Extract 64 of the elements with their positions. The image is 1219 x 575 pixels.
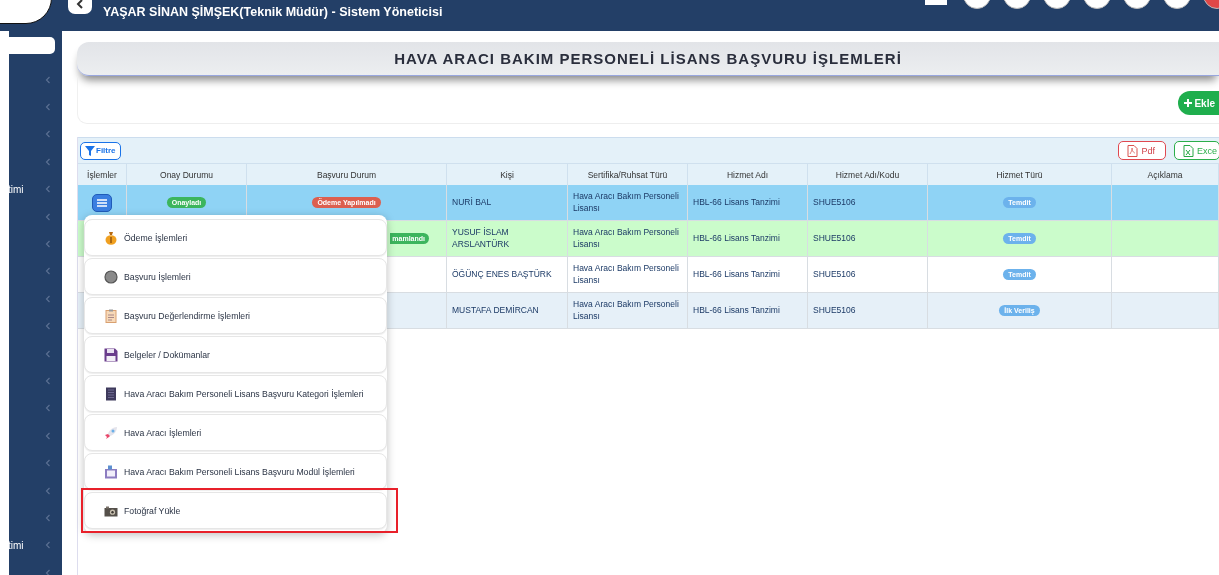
table-cell: HBL-66 Lisans Tanzimi [688,221,808,256]
table-cell: YUSUF İSLAM ARSLANTÜRK [447,221,568,256]
pdf-button[interactable]: Pdf [1118,141,1166,160]
table-cell: NURİ BAL [447,185,568,220]
camera-icon [104,504,118,517]
chevron-left-icon[interactable] [45,322,51,331]
chevron-left-icon[interactable] [45,130,51,139]
table-cell: Hava Aracı Bakım Personeli Lisansı [568,257,688,292]
menu-item[interactable]: Ödeme İşlemleri [84,219,387,256]
chevron-left-icon[interactable] [45,404,51,413]
sidebar-label[interactable]: timi [8,539,24,551]
chevron-left-icon [76,0,84,9]
table-cell: HBL-66 Lisans Tanzimi [688,185,808,220]
user-name: YAŞAR SİNAN ŞİMŞEK(Teknik Müdür) - Sistem Yöneticisi [103,5,443,19]
chevron-left-icon[interactable] [45,240,51,249]
menu-icon [97,198,107,207]
chevron-left-icon[interactable] [45,267,51,276]
circle-icon [104,269,118,284]
sidebar-label[interactable]: timi [8,183,24,195]
table-cell: Hava Aracı Bakım Personeli Lisansı [568,221,688,256]
table-cell: Hava Aracı Bakım Personeli Lisansı [568,185,688,220]
money-bag-icon [104,230,118,245]
chevron-left-icon[interactable] [45,513,51,522]
table-cell: SHUE5106 [808,221,928,256]
chevron-left-icon[interactable] [45,568,51,575]
table-cell: SHUE5106 [808,293,928,328]
chevron-left-icon[interactable] [45,185,51,194]
funnel-icon [85,145,95,156]
chevron-left-icon[interactable] [45,431,51,440]
menu-item[interactable]: Hava Aracı İşlemleri [84,414,387,451]
menu-item[interactable]: Başvuru İşlemleri [84,258,387,295]
table-cell: SHUE5106 [808,257,928,292]
box-icon [104,464,118,479]
menu-item[interactable]: Başvuru Değerlendirme İşlemleri [84,297,387,334]
chevron-left-icon[interactable] [45,212,51,221]
filter-button[interactable]: Filtre [80,141,121,160]
menu-item[interactable]: Hava Aracı Bakım Personeli Lisans Başvuru Modül İşlemleri [84,453,387,490]
table-cell: HBL-66 Lisans Tanzimi [688,257,808,292]
book-icon [104,386,118,401]
chevron-left-icon[interactable] [45,349,51,358]
chevron-left-icon[interactable] [45,377,51,385]
menu-item[interactable]: Belgeler / Dokümanlar [84,336,387,373]
spreadsheet-file-icon [1183,144,1194,157]
chevron-left-icon[interactable] [45,103,51,112]
table-cell: SHUE5106 [808,185,928,220]
chevron-left-icon[interactable] [45,157,51,166]
chevron-left-icon[interactable] [45,486,51,495]
chevron-left-icon[interactable] [45,541,51,550]
page-title: HAVA ARACI BAKIM PERSONELİ LİSANS BAŞVURU İŞLEMLERİ [394,50,902,67]
chevron-left-icon[interactable] [45,459,51,468]
plus-icon [1184,99,1193,107]
chevron-left-icon[interactable] [45,75,51,84]
rocket-icon [104,425,118,440]
table-cell: HBL-66 Lisans Tanzimi [688,293,808,328]
menu-button[interactable] [92,193,112,212]
back-button[interactable] [68,0,92,14]
table-cell: ÖĞÜNÇ ENES BAŞTÜRK [447,257,568,292]
table-cell: Hava Aracı Bakım Personeli Lisansı [568,293,688,328]
chevron-left-icon[interactable] [45,294,51,303]
menu-item[interactable]: Fotoğraf Yükle [84,492,387,529]
pdf-file-icon [1127,144,1139,157]
clipboard-icon [104,308,118,323]
table-cell: MUSTAFA DEMİRCAN [447,293,568,328]
menu-item[interactable]: Hava Aracı Bakım Personeli Lisans Başvuru Kategori İşlemleri [84,375,387,412]
